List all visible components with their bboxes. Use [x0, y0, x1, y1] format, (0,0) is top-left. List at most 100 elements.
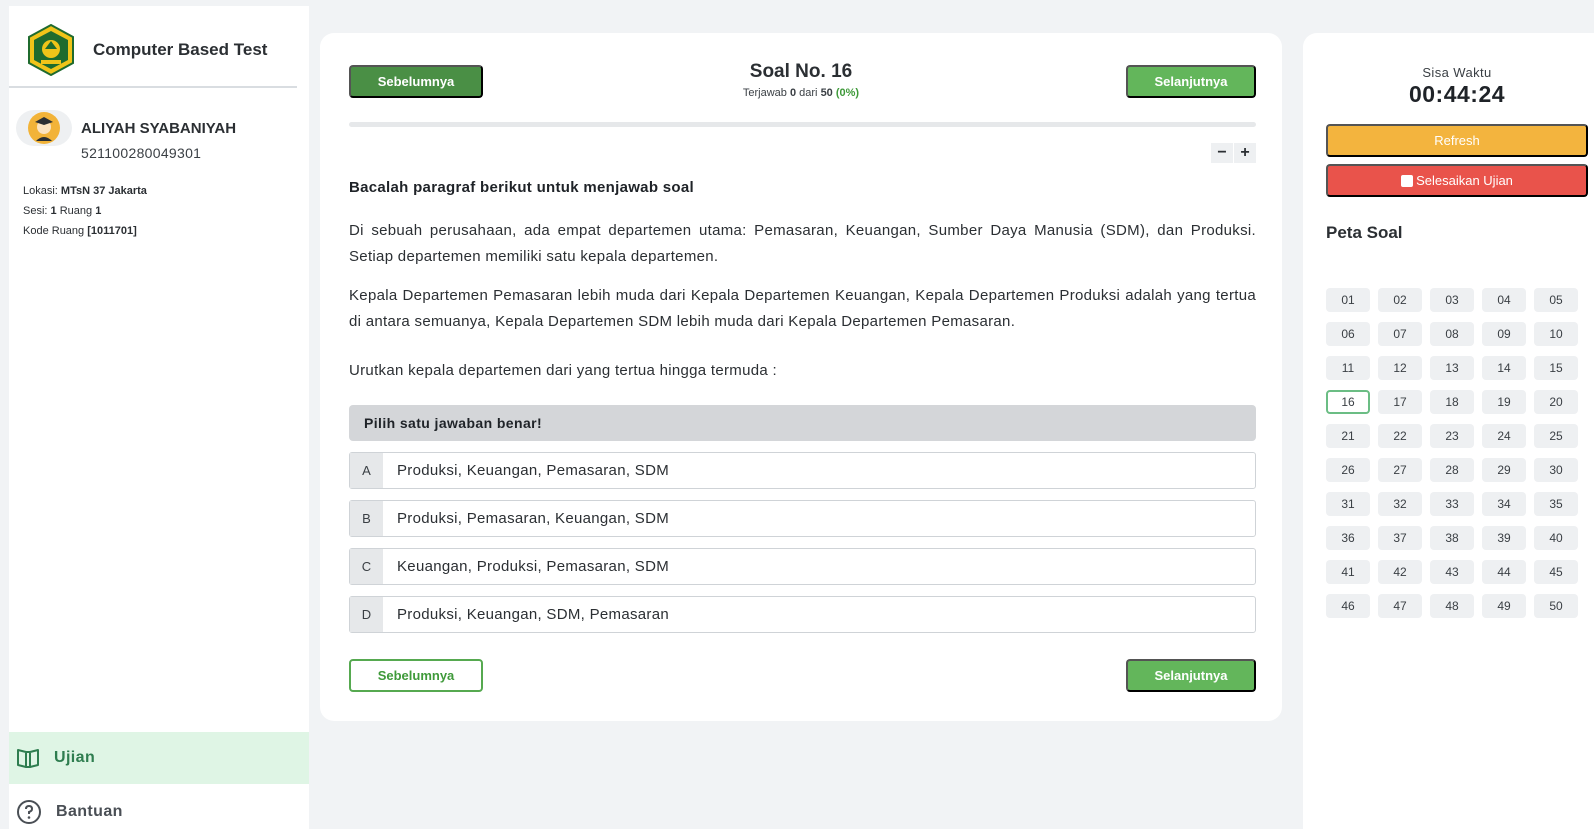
question-map-cell[interactable]: 04 — [1482, 288, 1526, 312]
question-map-cell[interactable]: 45 — [1534, 560, 1578, 584]
question-map-cell[interactable]: 06 — [1326, 322, 1370, 346]
question-map-cell[interactable]: 26 — [1326, 458, 1370, 482]
question-map-cell[interactable]: 49 — [1482, 594, 1526, 618]
question-map-cell[interactable]: 46 — [1326, 594, 1370, 618]
right-panel: Sisa Waktu 00:44:24 Refresh Selesaikan U… — [1303, 33, 1594, 829]
refresh-button[interactable]: Refresh — [1326, 124, 1588, 157]
question-map-cell[interactable]: 24 — [1482, 424, 1526, 448]
question-map-cell[interactable]: 27 — [1378, 458, 1422, 482]
question-card: Sebelumnya Soal No. 16 Terjawab 0 dari 5… — [320, 33, 1282, 721]
question-map-cell[interactable]: 36 — [1326, 526, 1370, 550]
option-text: Produksi, Pemasaran, Keuangan, SDM — [397, 510, 670, 527]
option-text: Keuangan, Produksi, Pemasaran, SDM — [397, 558, 670, 575]
avatar — [16, 110, 72, 146]
room-code-label: Kode Ruang — [23, 225, 85, 237]
font-zoom-controls: − + — [1211, 143, 1256, 163]
question-map-cell[interactable]: 47 — [1378, 594, 1422, 618]
question-map-cell[interactable]: 48 — [1430, 594, 1474, 618]
question-map-cell[interactable]: 29 — [1482, 458, 1526, 482]
answer-option-c[interactable]: C Keuangan, Produksi, Pemasaran, SDM — [349, 548, 1256, 585]
question-map-cell[interactable]: 09 — [1482, 322, 1526, 346]
answered-prefix: Terjawab — [742, 87, 787, 99]
answer-option-b[interactable]: B Produksi, Pemasaran, Keuangan, SDM — [349, 500, 1256, 537]
answer-instruction: Pilih satu jawaban benar! — [349, 405, 1256, 441]
answered-percent: (0%) — [835, 87, 860, 99]
student-avatar-icon — [28, 112, 60, 144]
option-text: Produksi, Keuangan, Pemasaran, SDM — [397, 462, 670, 479]
nav-item-ujian[interactable]: Ujian — [9, 732, 309, 784]
question-map-cell[interactable]: 05 — [1534, 288, 1578, 312]
zoom-in-button[interactable]: + — [1234, 143, 1256, 163]
question-map-cell[interactable]: 07 — [1378, 322, 1422, 346]
question-map-cell[interactable]: 14 — [1482, 356, 1526, 380]
question-map-cell[interactable]: 23 — [1430, 424, 1474, 448]
previous-button[interactable]: Sebelumnya — [349, 65, 483, 98]
question-map-cell[interactable]: 16 — [1326, 390, 1370, 414]
question-map-cell[interactable]: 12 — [1378, 356, 1422, 380]
question-map-cell[interactable]: 50 — [1534, 594, 1578, 618]
option-text: Produksi, Keuangan, SDM, Pemasaran — [397, 606, 670, 623]
question-map-cell[interactable]: 32 — [1378, 492, 1422, 516]
location-value: MTsN 37 Jakarta — [60, 185, 147, 197]
session-label: Sesi: — [23, 205, 48, 217]
question-number-title: Soal No. 16 — [749, 61, 853, 82]
question-map-cell[interactable]: 31 — [1326, 492, 1370, 516]
question-map-cell[interactable]: 42 — [1378, 560, 1422, 584]
room-value: 1 — [95, 205, 102, 217]
location-label: Lokasi: — [23, 185, 58, 197]
question-paragraph: Kepala Departemen Pemasaran lebih muda d… — [349, 287, 1256, 330]
question-map-cell[interactable]: 22 — [1378, 424, 1422, 448]
previous-button-bottom[interactable]: Sebelumnya — [349, 659, 483, 692]
question-map-cell[interactable]: 25 — [1534, 424, 1578, 448]
total-questions: 50 — [820, 87, 833, 99]
session-info: Sesi: 1 Ruang 1 — [23, 205, 101, 217]
nav-item-label: Bantuan — [56, 803, 123, 820]
user-name: ALIYAH SYABANIYAH — [81, 120, 237, 137]
nav-item-label: Ujian — [54, 749, 96, 766]
question-map-cell[interactable]: 44 — [1482, 560, 1526, 584]
question-map-cell[interactable]: 43 — [1430, 560, 1474, 584]
option-letter: A — [350, 453, 383, 488]
finish-exam-button[interactable]: Selesaikan Ujian — [1326, 164, 1588, 197]
question-map-cell[interactable]: 08 — [1430, 322, 1474, 346]
question-map-cell[interactable]: 17 — [1378, 390, 1422, 414]
question-map-cell[interactable]: 33 — [1430, 492, 1474, 516]
room-code-value: [1011701] — [87, 225, 137, 237]
answer-option-a[interactable]: A Produksi, Keuangan, Pemasaran, SDM — [349, 452, 1256, 489]
zoom-out-button[interactable]: − — [1211, 143, 1233, 163]
answer-option-d[interactable]: D Produksi, Keuangan, SDM, Pemasaran — [349, 596, 1256, 633]
next-button[interactable]: Selanjutnya — [1126, 65, 1256, 98]
question-map-cell[interactable]: 11 — [1326, 356, 1370, 380]
question-map-cell[interactable]: 21 — [1326, 424, 1370, 448]
question-paragraph: Di sebuah perusahaan, ada empat departem… — [349, 222, 1256, 265]
question-map-cell[interactable]: 28 — [1430, 458, 1474, 482]
question-map-title: Peta Soal — [1326, 223, 1403, 242]
question-map-cell[interactable]: 18 — [1430, 390, 1474, 414]
nav-item-bantuan[interactable]: Bantuan — [9, 786, 309, 829]
question-map-cell[interactable]: 39 — [1482, 526, 1526, 550]
question-map-cell[interactable]: 20 — [1534, 390, 1578, 414]
session-value: 1 — [50, 205, 57, 217]
question-map-cell[interactable]: 01 — [1326, 288, 1370, 312]
question-map-cell[interactable]: 30 — [1534, 458, 1578, 482]
question-map-cell[interactable]: 10 — [1534, 322, 1578, 346]
question-map-cell[interactable]: 40 — [1534, 526, 1578, 550]
question-map-cell[interactable]: 19 — [1482, 390, 1526, 414]
sidebar: Computer Based Test ALIYAH SYABANIYAH 52… — [9, 6, 309, 829]
question-map-cell[interactable]: 38 — [1430, 526, 1474, 550]
answered-mid: dari — [799, 87, 818, 99]
help-circle-icon — [17, 800, 41, 824]
question-map-cell[interactable]: 34 — [1482, 492, 1526, 516]
question-heading: Bacalah paragraf berikut untuk menjawab … — [349, 179, 694, 196]
question-prompt: Urutkan kepala departemen dari yang tert… — [349, 362, 777, 379]
next-button-bottom[interactable]: Selanjutnya — [1126, 659, 1256, 692]
question-map-cell[interactable]: 03 — [1430, 288, 1474, 312]
question-map-cell[interactable]: 41 — [1326, 560, 1370, 584]
question-map-cell[interactable]: 02 — [1378, 288, 1422, 312]
question-map-cell[interactable]: 35 — [1534, 492, 1578, 516]
question-map-cell[interactable]: 37 — [1378, 526, 1422, 550]
question-map-cell[interactable]: 13 — [1430, 356, 1474, 380]
timer-label: Sisa Waktu — [1422, 65, 1492, 80]
checkbox-icon — [1401, 174, 1414, 187]
question-map-cell[interactable]: 15 — [1534, 356, 1578, 380]
